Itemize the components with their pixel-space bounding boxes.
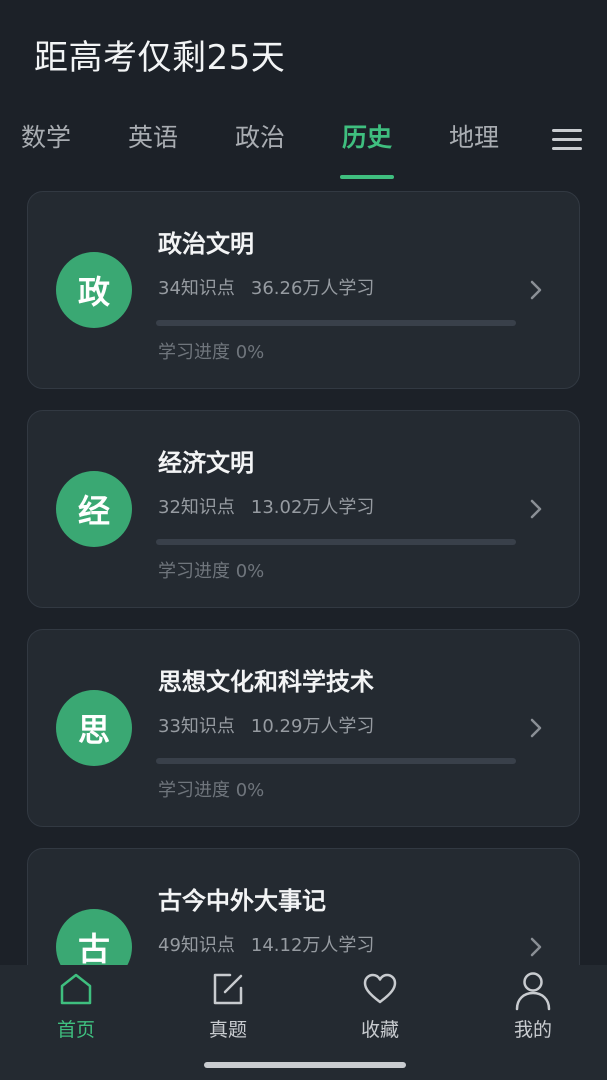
tab-politics[interactable]: 政治 xyxy=(220,118,300,154)
learner-count: 36.26万人学习 xyxy=(250,278,375,299)
chevron-right-icon xyxy=(530,937,542,957)
learner-count: 14.12万人学习 xyxy=(250,935,375,956)
topic-card[interactable]: 思 思想文化和科学技术 33知识点 10.29万人学习 学习进度 0% xyxy=(27,629,580,827)
topic-badge: 政 xyxy=(56,252,132,328)
topic-meta: 33知识点 10.29万人学习 xyxy=(158,712,374,738)
progress-bar xyxy=(156,758,516,764)
progress-bar xyxy=(156,539,516,545)
topic-title: 思想文化和科学技术 xyxy=(158,668,374,696)
nav-home-label: 首页 xyxy=(56,1019,95,1041)
home-icon xyxy=(60,973,92,1005)
tab-english[interactable]: 英语 xyxy=(113,118,193,154)
progress-label: 学习进度 0% xyxy=(158,561,265,582)
nav-exams-label: 真题 xyxy=(208,1019,247,1041)
tab-geography[interactable]: 地理 xyxy=(434,118,514,154)
countdown-title: 距高考仅剩25天 xyxy=(34,38,286,78)
nav-favorites[interactable]: 收藏 xyxy=(330,965,430,1055)
learner-count: 10.29万人学习 xyxy=(250,716,375,737)
topic-card[interactable]: 政 政治文明 34知识点 36.26万人学习 学习进度 0% xyxy=(27,191,580,389)
topic-title: 政治文明 xyxy=(158,230,254,258)
learner-count: 13.02万人学习 xyxy=(250,497,375,518)
knowledge-point-count: 32知识点 xyxy=(158,497,235,518)
nav-home[interactable]: 首页 xyxy=(26,965,126,1055)
topic-badge: 经 xyxy=(56,471,132,547)
topic-title: 经济文明 xyxy=(158,449,254,477)
subject-tabs: 数学 英语 政治 历史 地理 xyxy=(0,118,607,182)
topic-meta: 34知识点 36.26万人学习 xyxy=(158,274,374,300)
nav-profile-label: 我的 xyxy=(513,1019,552,1041)
knowledge-point-count: 34知识点 xyxy=(158,278,235,299)
tab-history[interactable]: 历史 xyxy=(327,118,407,154)
topic-badge: 思 xyxy=(56,690,132,766)
topic-meta: 32知识点 13.02万人学习 xyxy=(158,493,374,519)
heart-icon xyxy=(363,973,397,1004)
active-tab-indicator xyxy=(340,175,394,179)
menu-icon[interactable] xyxy=(550,127,584,153)
progress-label: 学习进度 0% xyxy=(158,780,265,801)
nav-profile[interactable]: 我的 xyxy=(483,965,583,1055)
edit-icon xyxy=(213,973,243,1005)
progress-label: 学习进度 0% xyxy=(158,342,265,363)
knowledge-point-count: 49知识点 xyxy=(158,935,235,956)
app-screen: 距高考仅剩25天 数学 英语 政治 历史 地理 政 政治文明 34知识点 36.2… xyxy=(0,0,607,1080)
nav-favorites-label: 收藏 xyxy=(360,1019,399,1041)
chevron-right-icon xyxy=(530,499,542,519)
topic-meta: 49知识点 14.12万人学习 xyxy=(158,931,374,957)
chevron-right-icon xyxy=(530,718,542,738)
topic-title: 古今中外大事记 xyxy=(158,887,326,915)
nav-exams[interactable]: 真题 xyxy=(178,965,278,1055)
progress-bar xyxy=(156,320,516,326)
home-indicator xyxy=(204,1062,406,1068)
knowledge-point-count: 33知识点 xyxy=(158,716,235,737)
topic-card[interactable]: 经 经济文明 32知识点 13.02万人学习 学习进度 0% xyxy=(27,410,580,608)
tab-math[interactable]: 数学 xyxy=(6,118,86,154)
user-icon xyxy=(515,972,551,1011)
chevron-right-icon xyxy=(530,280,542,300)
